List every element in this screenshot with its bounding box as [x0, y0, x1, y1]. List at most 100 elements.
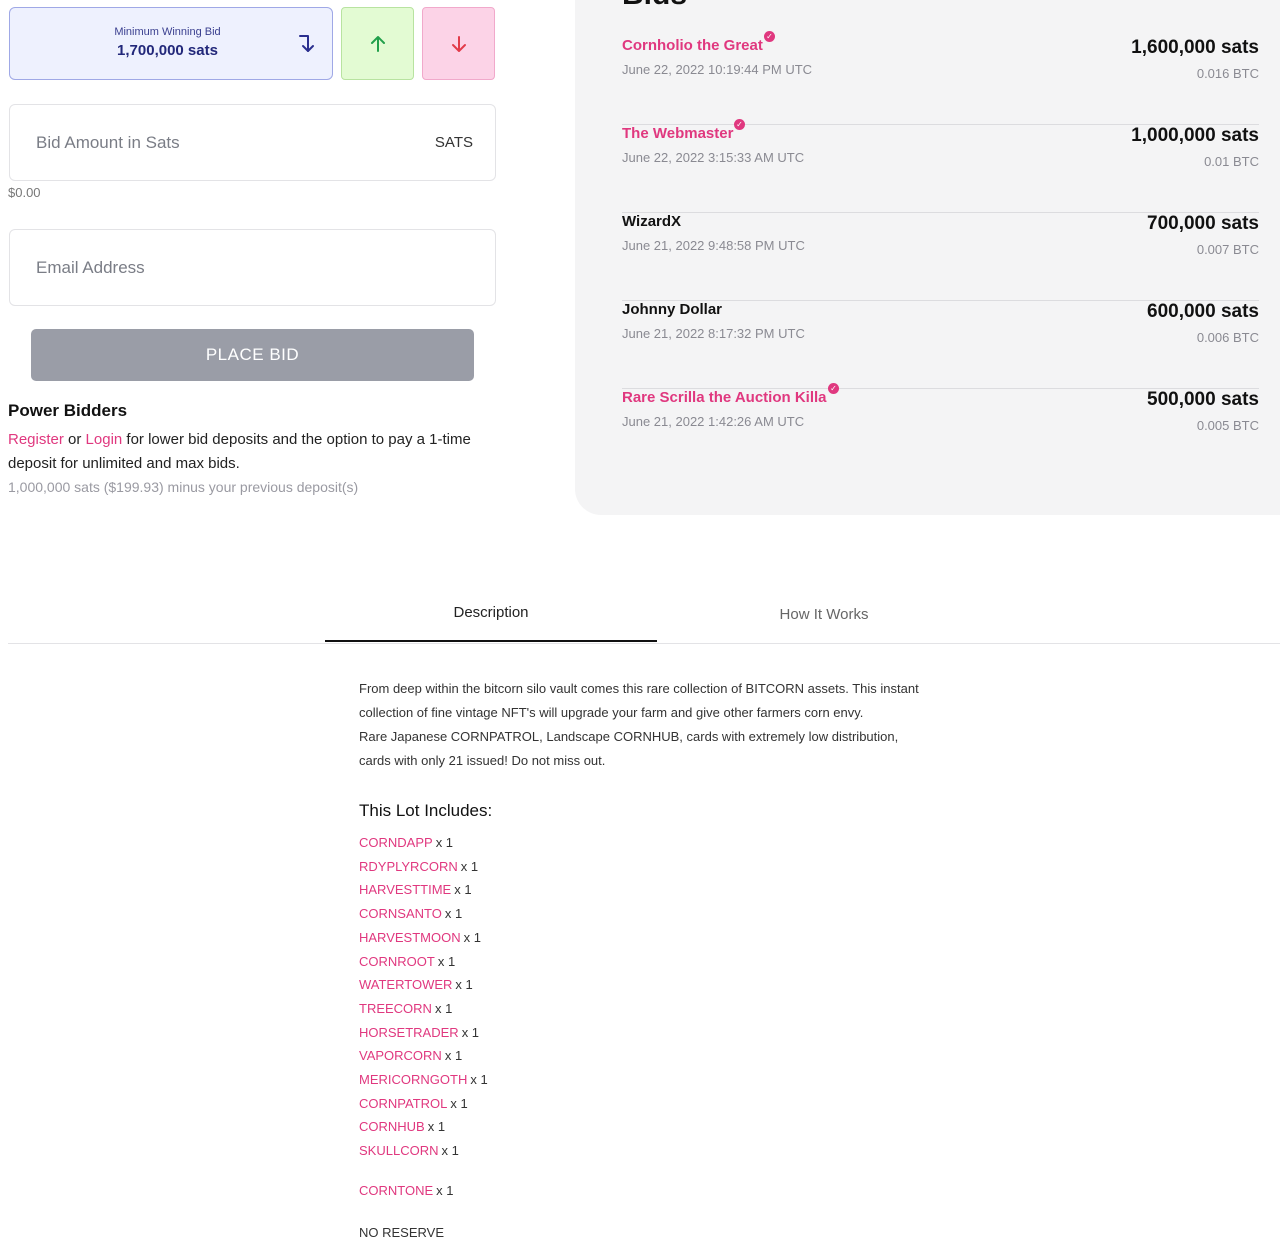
- bid-timestamp: June 21, 2022 9:48:58 PM UTC: [622, 238, 805, 253]
- bid-amount-input[interactable]: [36, 105, 416, 180]
- lot-item-link[interactable]: CORNSANTO: [359, 906, 442, 921]
- bid-usd-value: $0.00: [8, 185, 41, 200]
- lot-item-link[interactable]: CORNTONE: [359, 1183, 433, 1198]
- lot-item-quantity: x 1: [463, 929, 481, 945]
- bid-amount-btc: 0.007 BTC: [1196, 242, 1259, 257]
- description-line: cards with only 21 issued! Do not miss o…: [359, 753, 606, 768]
- lot-item-link[interactable]: CORNDAPP: [359, 835, 433, 850]
- verified-check-icon: ✓: [828, 383, 839, 394]
- bidder-name[interactable]: Cornholio the Great: [622, 37, 763, 54]
- power-bidders-deposit-note: 1,000,000 sats ($199.93) minus your prev…: [8, 479, 359, 495]
- lot-item-link[interactable]: HARVESTTIME: [359, 882, 451, 897]
- bid-row: Rare Scrilla the Auction Killa ✓ June 21, …: [622, 383, 1259, 477]
- bid-amount-sats: 1,600,000 sats: [1131, 37, 1259, 58]
- bid-row: WizardX June 21, 2022 9:48:58 PM UTC 700,0…: [622, 213, 1259, 301]
- bidder-name: WizardX: [622, 213, 682, 230]
- no-reserve-label: NO RESERVE: [359, 1225, 445, 1240]
- lot-item-link[interactable]: WATERTOWER: [359, 977, 452, 992]
- lot-item-link[interactable]: TREECORN: [359, 1001, 432, 1016]
- tab-description[interactable]: Description: [325, 585, 657, 642]
- bid-amount-btc: 0.005 BTC: [1196, 418, 1259, 433]
- bid-timestamp: June 22, 2022 3:15:33 AM UTC: [622, 150, 805, 165]
- lot-item-link[interactable]: HORSETRADER: [359, 1025, 459, 1040]
- lot-item-quantity: x 1: [435, 835, 454, 850]
- arrow-bend-down-icon: [299, 35, 314, 52]
- lot-item: HARVESTTIME x 1: [359, 882, 472, 897]
- tabs-divider: [8, 643, 1280, 644]
- description-line: From deep within the bitcorn silo vault …: [359, 681, 919, 696]
- decrease-bid-button[interactable]: [422, 7, 495, 80]
- lot-item-quantity: x 1: [444, 906, 463, 922]
- minimum-winning-bid-box: Minimum Winning Bid 1,700,000 sats: [9, 7, 333, 80]
- email-input[interactable]: [36, 230, 416, 305]
- verified-check-icon: ✓: [734, 119, 745, 130]
- lot-item-link[interactable]: MERICORNGOTH: [359, 1072, 467, 1087]
- arrow-down-icon: [451, 35, 466, 52]
- lot-item: CORNTONE x 1: [359, 1183, 454, 1198]
- lot-item: MERICORNGOTH x 1: [359, 1072, 488, 1087]
- lot-item-quantity: x 1: [444, 1048, 463, 1064]
- bids-title: Bids: [622, 0, 687, 12]
- lot-item: CORNSANTO x 1: [359, 906, 462, 921]
- lot-item-link[interactable]: CORNROOT: [359, 954, 435, 969]
- description-line: collection of fine vintage NFT's will up…: [359, 705, 864, 720]
- lot-item: CORNROOT x 1: [359, 954, 455, 969]
- login-link[interactable]: Login: [86, 431, 123, 448]
- bid-timestamp: June 22, 2022 10:19:44 PM UTC: [622, 62, 813, 77]
- lot-item-link[interactable]: VAPORCORN: [359, 1048, 442, 1063]
- place-bid-button[interactable]: PLACE BID: [31, 329, 474, 381]
- lot-item-quantity: x 1: [455, 977, 473, 993]
- minimum-winning-bid-label: Minimum Winning Bid: [114, 26, 221, 38]
- lot-item: RDYPLYRCORN x 1: [359, 859, 478, 874]
- lot-description: From deep within the bitcorn silo vault …: [359, 677, 959, 773]
- lot-item-quantity: x 1: [437, 953, 456, 969]
- bid-amount-unit: SATS: [434, 134, 473, 151]
- bid-row: Johnny Dollar June 21, 2022 8:17:32 PM UT…: [622, 301, 1259, 389]
- bidder-name: Johnny Dollar: [622, 301, 723, 318]
- lot-item-link[interactable]: CORNPATROL: [359, 1096, 447, 1111]
- power-bidders-title: Power Bidders: [8, 401, 128, 420]
- lot-item-quantity: x 1: [427, 1119, 446, 1135]
- lot-item: CORNDAPP x 1: [359, 835, 453, 850]
- bid-row: The Webmaster ✓ June 22, 2022 3:15:33 AM U…: [622, 119, 1259, 213]
- bid-timestamp: June 21, 2022 8:17:32 PM UTC: [622, 326, 805, 341]
- lot-item-link[interactable]: CORNHUB: [359, 1119, 425, 1134]
- verified-check-icon: ✓: [764, 31, 775, 42]
- lot-item: HARVESTMOON x 1: [359, 930, 481, 945]
- or-text: or: [68, 431, 82, 448]
- bidder-name[interactable]: The Webmaster: [622, 125, 733, 142]
- description-line: Rare Japanese CORNPATROL, Landscape CORN…: [359, 729, 899, 744]
- lot-item-quantity: x 1: [461, 1024, 480, 1040]
- lot-item-quantity: x 1: [436, 1182, 454, 1198]
- bid-row: Cornholio the Great ✓ June 22, 2022 10:19:…: [622, 31, 1259, 125]
- lot-includes-title: This Lot Includes:: [359, 801, 493, 820]
- minimum-winning-bid-value: 1,700,000 sats: [117, 42, 218, 59]
- use-minimum-bid-button[interactable]: [294, 32, 318, 56]
- register-link[interactable]: Register: [8, 431, 64, 448]
- bid-amount-btc: 0.01 BTC: [1204, 154, 1259, 169]
- bid-amount-sats: 500,000 sats: [1147, 389, 1259, 410]
- lot-item: SKULLCORN x 1: [359, 1143, 459, 1158]
- bid-amount-btc: 0.006 BTC: [1196, 330, 1259, 345]
- lot-item: CORNPATROL x 1: [359, 1096, 468, 1111]
- tab-how-it-works[interactable]: How It Works: [658, 585, 990, 643]
- lot-item-link[interactable]: HARVESTMOON: [359, 930, 461, 945]
- lot-item: VAPORCORN x 1: [359, 1048, 462, 1063]
- lot-item-quantity: x 1: [441, 1143, 459, 1159]
- arrow-up-icon: [370, 35, 385, 52]
- power-bidders-text: Register or Login for lower bid deposits…: [8, 428, 508, 476]
- bid-amount-sats: 1,000,000 sats: [1131, 125, 1259, 146]
- lot-item: TREECORN x 1: [359, 1001, 452, 1016]
- lot-item: WATERTOWER x 1: [359, 977, 473, 992]
- increase-bid-button[interactable]: [341, 7, 414, 80]
- lot-item-link[interactable]: SKULLCORN: [359, 1143, 438, 1158]
- bid-amount-sats: 600,000 sats: [1147, 301, 1259, 322]
- lot-item-quantity: x 1: [434, 1000, 453, 1016]
- bid-timestamp: June 21, 2022 1:42:26 AM UTC: [622, 414, 805, 429]
- lot-item-quantity: x 1: [454, 882, 472, 898]
- lot-item: CORNHUB x 1: [359, 1119, 445, 1134]
- lot-item-link[interactable]: RDYPLYRCORN: [359, 859, 458, 874]
- lot-item-quantity: x 1: [460, 858, 479, 874]
- bidder-name[interactable]: Rare Scrilla the Auction Killa: [622, 389, 827, 406]
- bid-amount-btc: 0.016 BTC: [1196, 66, 1259, 81]
